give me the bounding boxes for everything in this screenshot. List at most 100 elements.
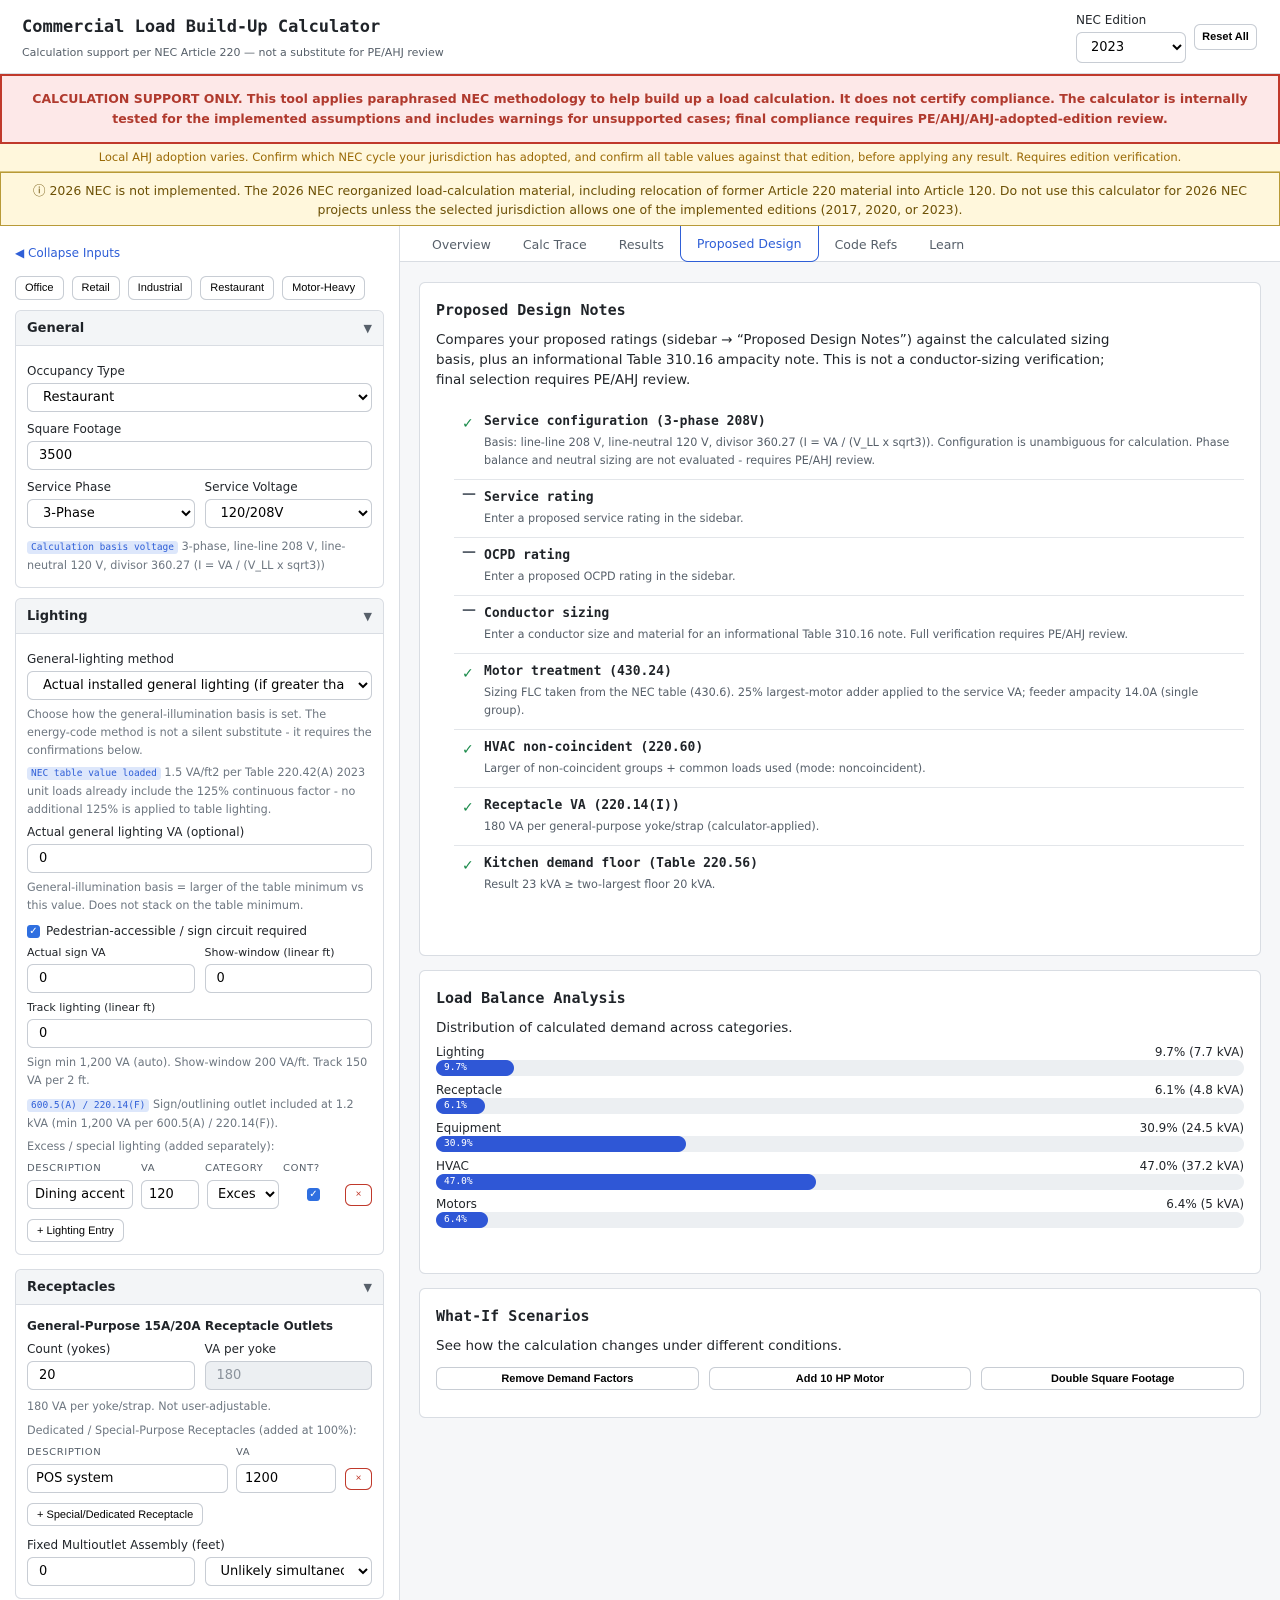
- occupancy-select[interactable]: Restaurant: [27, 383, 372, 412]
- collapse-inputs-link[interactable]: ◀ Collapse Inputs: [15, 246, 384, 262]
- edition-select[interactable]: 2023: [1076, 32, 1186, 63]
- lighting-method-label: General-lighting method: [27, 652, 174, 666]
- preset-retail-button[interactable]: Retail: [71, 276, 120, 300]
- sqft-input[interactable]: [27, 441, 372, 470]
- table-row: ×: [27, 1464, 372, 1493]
- preset-industrial-button[interactable]: Industrial: [127, 276, 193, 300]
- track-lighting-label: Track lighting (linear ft): [27, 1001, 156, 1014]
- sign-circuit-checkbox[interactable]: ✓: [27, 924, 40, 938]
- tab-calc-trace[interactable]: Calc Trace: [507, 226, 603, 262]
- show-window-label: Show-window (linear ft): [204, 946, 335, 959]
- table-value-note: NEC table value loaded 1.5 VA/ft2 per Ta…: [27, 764, 372, 819]
- general-panel-header[interactable]: General ▼: [16, 311, 383, 346]
- add-lighting-entry-button[interactable]: + Lighting Entry: [27, 1219, 124, 1242]
- remove-lighting-entry-button[interactable]: ×: [345, 1183, 372, 1206]
- sign-va-input[interactable]: [27, 964, 195, 993]
- add-dedicated-receptacle-button[interactable]: + Special/Dedicated Receptacle: [27, 1503, 204, 1526]
- receptacles-panel-header[interactable]: Receptacles ▼: [16, 1270, 383, 1305]
- yoke-count-input[interactable]: [27, 1361, 195, 1390]
- card-title: Proposed Design Notes: [436, 301, 626, 319]
- preset-office-button[interactable]: Office: [15, 276, 64, 300]
- load-category-name: Equipment: [436, 1121, 502, 1135]
- dash-icon: —: [462, 486, 476, 502]
- load-bar-fill: 9.7%: [436, 1060, 515, 1076]
- design-note-detail: Enter a conductor size and material for …: [484, 628, 1129, 641]
- load-bar-track: 6.4%: [436, 1212, 1244, 1228]
- tab-code-refs[interactable]: Code Refs: [819, 226, 914, 262]
- show-window-input[interactable]: [204, 964, 372, 993]
- design-note-title: Kitchen demand floor (Table 220.56): [484, 856, 758, 871]
- lighting-panel-header[interactable]: Lighting ▼: [16, 599, 383, 634]
- design-note-item: — OCPD rating Enter a proposed OCPD rating…: [454, 538, 1244, 596]
- dedicated-va-input[interactable]: [236, 1464, 336, 1493]
- edition-label: NEC Edition: [1076, 13, 1147, 27]
- tab-proposed-design[interactable]: Proposed Design: [679, 226, 819, 262]
- table-row: Excess ✓ ×: [27, 1180, 372, 1209]
- tab-bar: Overview Calc Trace Results Proposed Des…: [400, 226, 1280, 262]
- sign-outlet-tag: 600.5(A) / 220.14(F): [27, 1099, 150, 1112]
- col-category: CATEGORY: [205, 1163, 264, 1174]
- load-bar-row: Receptacle 6.1% (4.8 kVA) 6.1%: [436, 1083, 1244, 1114]
- design-note-detail: Result 23 kVA ≥ two-largest floor 20 kVA…: [484, 878, 716, 891]
- tab-results[interactable]: Results: [603, 226, 680, 262]
- design-note-item: ✓ HVAC non-coincident (220.60) Larger of n…: [454, 730, 1244, 788]
- load-category-name: Lighting: [436, 1045, 485, 1059]
- load-bar-fill: 6.1%: [436, 1098, 486, 1114]
- load-bar-track: 47.0%: [436, 1174, 1244, 1190]
- ahj-adoption-banner: Local AHJ adoption varies. Confirm which…: [0, 144, 1280, 172]
- design-note-title: HVAC non-coincident (220.60): [484, 740, 704, 755]
- mao-feet-input[interactable]: [27, 1557, 195, 1586]
- design-note-item: ✓ Service configuration (3-phase 208V) Bas…: [454, 404, 1244, 480]
- load-category-summary: 47.0% (37.2 kVA): [1139, 1159, 1244, 1173]
- load-category-summary: 9.7% (7.7 kVA): [1154, 1045, 1244, 1059]
- reset-all-button[interactable]: Reset All: [1194, 24, 1257, 50]
- va-per-yoke-input: [204, 1361, 372, 1390]
- lighting-method-hint: Choose how the general-illumination basi…: [27, 708, 372, 757]
- excess-category-select[interactable]: Excess: [207, 1180, 279, 1209]
- va-per-yoke-label: VA per yoke: [204, 1342, 277, 1356]
- col-va: VA: [141, 1163, 156, 1174]
- tab-overview[interactable]: Overview: [416, 226, 507, 262]
- lighting-method-select[interactable]: Actual installed general lighting (if gr…: [27, 671, 372, 700]
- dedicated-description-input[interactable]: [27, 1464, 228, 1493]
- remove-demand-factors-button[interactable]: Remove Demand Factors: [436, 1367, 699, 1390]
- preset-motor-heavy-button[interactable]: Motor-Heavy: [282, 276, 366, 300]
- remove-dedicated-receptacle-button[interactable]: ×: [345, 1467, 372, 1490]
- excess-description-input[interactable]: [27, 1180, 133, 1209]
- excess-va-input[interactable]: [141, 1180, 199, 1209]
- load-bar-fill: 47.0%: [436, 1174, 816, 1190]
- actual-lighting-input[interactable]: [27, 844, 372, 873]
- sign-va-label: Actual sign VA: [27, 946, 106, 959]
- add-10hp-motor-button[interactable]: Add 10 HP Motor: [708, 1367, 972, 1390]
- sqft-label: Square Footage: [27, 422, 122, 436]
- design-note-title: Service rating: [484, 490, 594, 505]
- load-bar-track: 6.1%: [436, 1098, 1244, 1114]
- continuous-checkbox[interactable]: ✓: [307, 1188, 320, 1201]
- disclaimer-banner: CALCULATION SUPPORT ONLY. This tool appl…: [0, 74, 1280, 144]
- phase-label: Service Phase: [27, 480, 111, 494]
- sign-circuit-label: Pedestrian-accessible / sign circuit req…: [46, 924, 308, 938]
- sign-outlet-note: 600.5(A) / 220.14(F) Sign/outlining outl…: [27, 1096, 372, 1133]
- design-note-title: Motor treatment (430.24): [484, 664, 672, 679]
- mao-usage-select[interactable]: Unlikely simultaneo: [204, 1557, 372, 1586]
- preset-restaurant-button[interactable]: Restaurant: [200, 276, 275, 300]
- phase-select[interactable]: 3-Phase: [27, 499, 195, 528]
- mao-label: Fixed Multioutlet Assembly (feet): [27, 1538, 225, 1552]
- receptacles-panel: Receptacles ▼ General-Purpose 15A/20A Re…: [15, 1269, 384, 1599]
- load-category-summary: 6.1% (4.8 kVA): [1154, 1083, 1244, 1097]
- card-description: Distribution of calculated demand across…: [436, 1020, 793, 1036]
- voltage-select[interactable]: 120/208V: [204, 499, 372, 528]
- edition-picker: NEC Edition 2023: [1076, 13, 1186, 63]
- design-note-detail: Enter a proposed OCPD rating in the side…: [484, 570, 736, 583]
- gp-receptacle-title: General-Purpose 15A/20A Receptacle Outle…: [27, 1319, 334, 1333]
- chevron-down-icon: ▼: [363, 321, 372, 335]
- track-lighting-input[interactable]: [27, 1019, 372, 1048]
- card-title: Load Balance Analysis: [436, 989, 626, 1007]
- nec-2026-warning-banner: ⓘ 2026 NEC is not implemented. The 2026 …: [0, 172, 1280, 226]
- excess-lighting-hint: Excess / special lighting (added separat…: [27, 1140, 275, 1153]
- load-category-name: Motors: [436, 1197, 477, 1211]
- app-header: Commercial Load Build-Up Calculator Calc…: [0, 0, 1280, 74]
- tab-learn[interactable]: Learn: [913, 226, 980, 262]
- double-square-footage-button[interactable]: Double Square Footage: [981, 1367, 1245, 1390]
- app-subtitle: Calculation support per NEC Article 220 …: [22, 46, 444, 59]
